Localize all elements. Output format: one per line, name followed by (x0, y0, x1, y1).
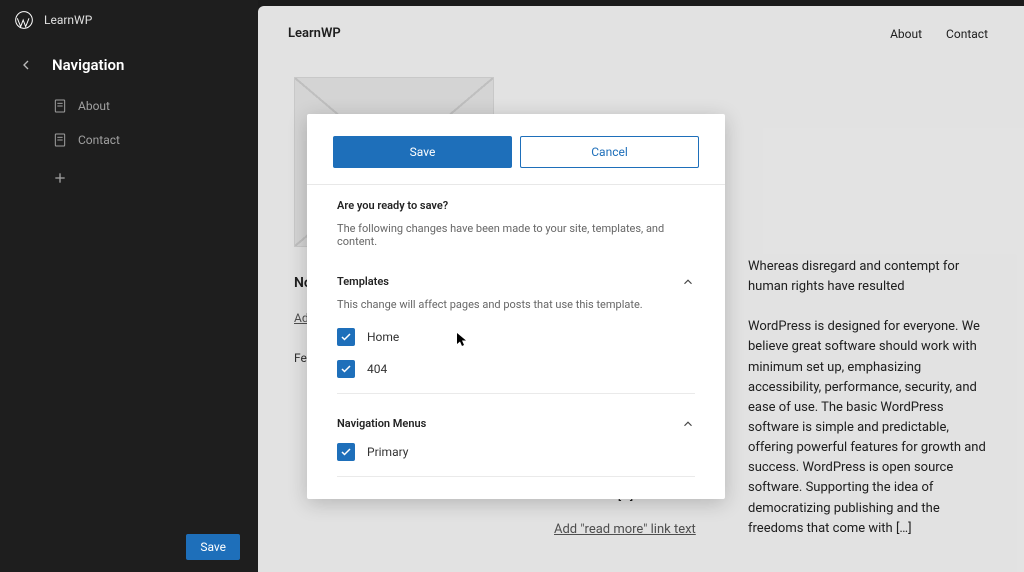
sidebar-header: LearnWP (0, 0, 258, 40)
checkbox-primary[interactable] (337, 443, 355, 461)
sidebar-save-button[interactable]: Save (186, 534, 240, 560)
save-dialog: Save Cancel Are you ready to save? The f… (307, 114, 725, 499)
navmenus-section-toggle[interactable]: Navigation Menus (337, 406, 695, 436)
dialog-save-button[interactable]: Save (333, 136, 512, 168)
navigation-back-row: Navigation (0, 40, 258, 82)
checkbox-label: Primary (367, 445, 408, 459)
plus-icon (52, 170, 68, 186)
editor-sidebar: LearnWP Navigation About Contact Save (0, 0, 258, 572)
templates-section: Templates This change will affect pages … (307, 254, 725, 406)
navmenus-section: Navigation Menus Primary (307, 406, 725, 489)
templates-section-toggle[interactable]: Templates (337, 264, 695, 294)
page-icon (52, 132, 68, 148)
templates-subtext: This change will affect pages and posts … (337, 298, 695, 311)
sidebar-save-container: Save (186, 534, 240, 560)
nav-item-label: About (78, 99, 110, 113)
navigation-list: About Contact (0, 82, 258, 186)
nav-item-label: Contact (78, 133, 120, 147)
site-name: LearnWP (44, 13, 92, 27)
add-nav-item[interactable] (48, 160, 242, 186)
dialog-action-row: Save Cancel (307, 114, 725, 185)
dialog-question: Are you ready to save? (337, 199, 695, 212)
check-icon (340, 363, 352, 375)
nav-item-about[interactable]: About (48, 92, 242, 120)
templates-title: Templates (337, 275, 389, 288)
navigation-title: Navigation (52, 56, 124, 74)
checkbox-label: Home (367, 330, 399, 344)
checkbox-404[interactable] (337, 360, 355, 378)
dialog-description: The following changes have been made to … (337, 222, 695, 248)
dialog-body: Are you ready to save? The following cha… (307, 185, 725, 254)
page-icon (52, 98, 68, 114)
template-item-home: Home (337, 321, 695, 353)
mouse-cursor-icon (457, 332, 467, 346)
wordpress-logo-icon[interactable] (14, 10, 34, 30)
back-chevron-icon[interactable] (18, 57, 34, 73)
template-item-404: 404 (337, 353, 695, 385)
nav-item-contact[interactable]: Contact (48, 126, 242, 154)
section-divider (337, 393, 695, 394)
dialog-cancel-button[interactable]: Cancel (520, 136, 699, 168)
navmenu-item-primary: Primary (337, 436, 695, 468)
check-icon (340, 331, 352, 343)
checkbox-home[interactable] (337, 328, 355, 346)
section-divider (337, 476, 695, 477)
chevron-up-icon (681, 416, 695, 430)
chevron-up-icon (681, 274, 695, 288)
navmenus-title: Navigation Menus (337, 417, 426, 430)
check-icon (340, 446, 352, 458)
checkbox-label: 404 (367, 362, 387, 376)
